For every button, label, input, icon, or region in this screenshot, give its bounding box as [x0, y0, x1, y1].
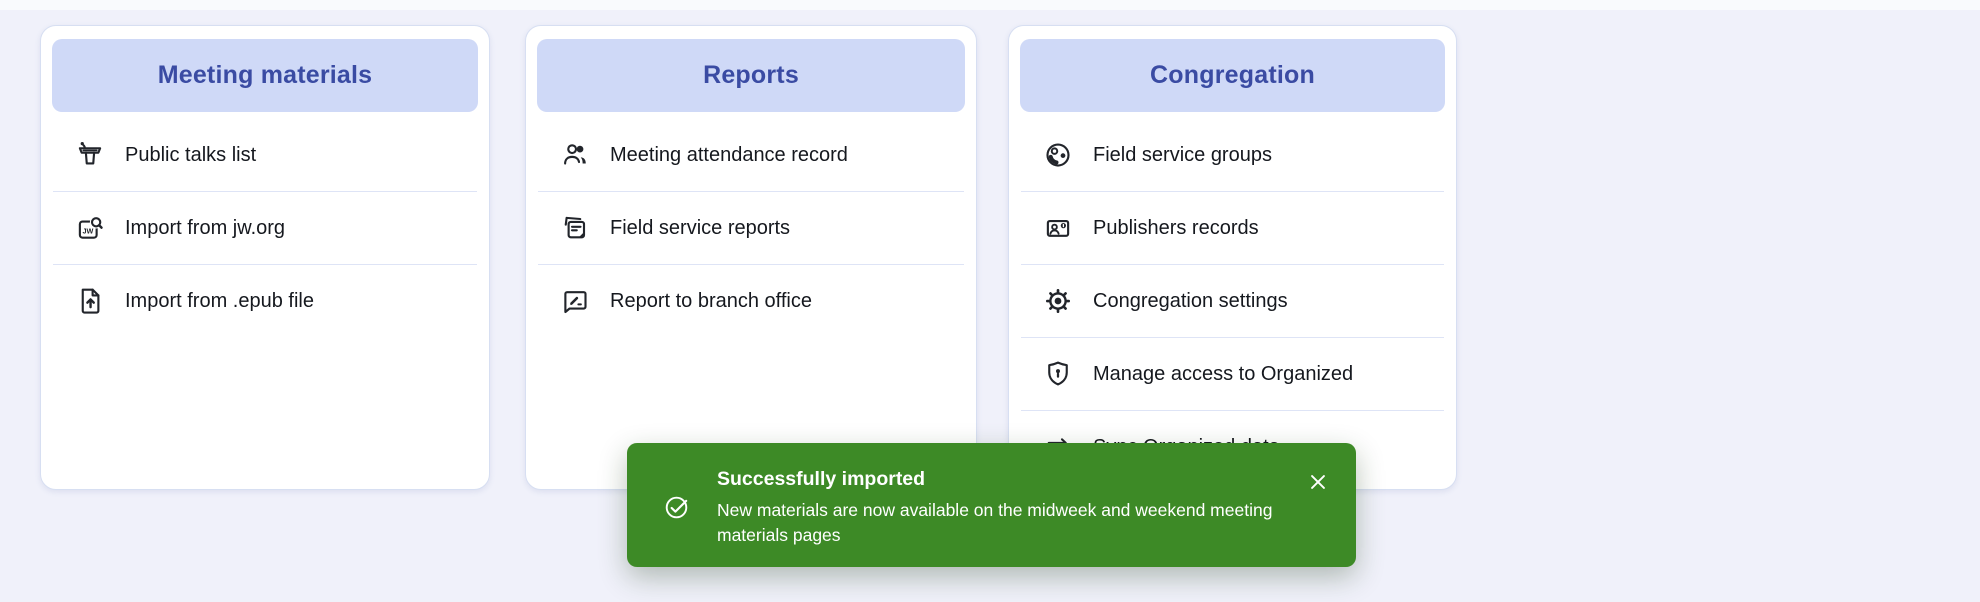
- menu: Meeting attendance record Field service …: [538, 112, 964, 337]
- page: Meeting materials Public talks list: [0, 0, 1980, 602]
- card-header: Meeting materials: [52, 39, 478, 112]
- menu-item-label: Congregation settings: [1093, 290, 1288, 313]
- menu-item-field-service-reports[interactable]: Field service reports: [538, 191, 964, 264]
- menu-item-report-to-branch-office[interactable]: Report to branch office: [538, 264, 964, 337]
- menu-item-label: Public talks list: [125, 144, 256, 167]
- stacked-documents-icon: [560, 213, 590, 243]
- card-header: Congregation: [1020, 39, 1445, 112]
- svg-text:JW: JW: [82, 226, 93, 235]
- card-title: Congregation: [1150, 61, 1315, 90]
- menu-item-publishers-records[interactable]: Publishers records: [1021, 191, 1444, 264]
- people-icon: [560, 140, 590, 170]
- menu-item-label: Report to branch office: [610, 290, 812, 313]
- menu-item-label: Manage access to Organized: [1093, 363, 1353, 386]
- jw-document-search-icon: JW: [75, 213, 105, 243]
- menu-item-field-service-groups[interactable]: Field service groups: [1021, 119, 1444, 191]
- message-edit-icon: [560, 286, 590, 316]
- card-title: Meeting materials: [158, 61, 373, 90]
- menu: Field service groups Publishers records: [1021, 112, 1444, 483]
- menu-item-label: Field service groups: [1093, 144, 1272, 167]
- toast-body: Successfully imported New materials are …: [717, 467, 1317, 548]
- menu-item-label: Publishers records: [1093, 217, 1259, 240]
- menu-item-manage-access[interactable]: Manage access to Organized: [1021, 337, 1444, 410]
- menu: Public talks list JW Import from jw.org: [53, 112, 477, 337]
- success-toast: Successfully imported New materials are …: [627, 443, 1356, 567]
- card-meeting-materials: Meeting materials Public talks list: [40, 25, 490, 490]
- menu-item-label: Field service reports: [610, 217, 790, 240]
- close-icon: [1307, 471, 1329, 493]
- card-header: Reports: [537, 39, 965, 112]
- card-reports: Reports Meeting attendance record: [525, 25, 977, 490]
- card-title: Reports: [703, 61, 799, 90]
- top-strip: [0, 0, 1980, 10]
- menu-item-label: Import from .epub file: [125, 290, 314, 313]
- gear-icon: [1043, 286, 1073, 316]
- menu-item-label: Meeting attendance record: [610, 144, 848, 167]
- file-upload-icon: [75, 286, 105, 316]
- menu-item-meeting-attendance-record[interactable]: Meeting attendance record: [538, 119, 964, 191]
- podium-icon: [75, 140, 105, 170]
- menu-item-congregation-settings[interactable]: Congregation settings: [1021, 264, 1444, 337]
- menu-item-label: Import from jw.org: [125, 217, 285, 240]
- toast-message: New materials are now available on the m…: [717, 498, 1277, 548]
- menu-item-public-talks-list[interactable]: Public talks list: [53, 119, 477, 191]
- card-congregation: Congregation Field service groups: [1008, 25, 1457, 490]
- group-face-icon: [1043, 140, 1073, 170]
- menu-item-import-from-epub-file[interactable]: Import from .epub file: [53, 264, 477, 337]
- close-button[interactable]: [1307, 471, 1329, 493]
- menu-item-import-from-jworg[interactable]: JW Import from jw.org: [53, 191, 477, 264]
- toast-title: Successfully imported: [717, 467, 1317, 491]
- check-circle-icon: [663, 494, 690, 521]
- shield-lock-icon: [1043, 359, 1073, 389]
- contact-card-icon: [1043, 213, 1073, 243]
